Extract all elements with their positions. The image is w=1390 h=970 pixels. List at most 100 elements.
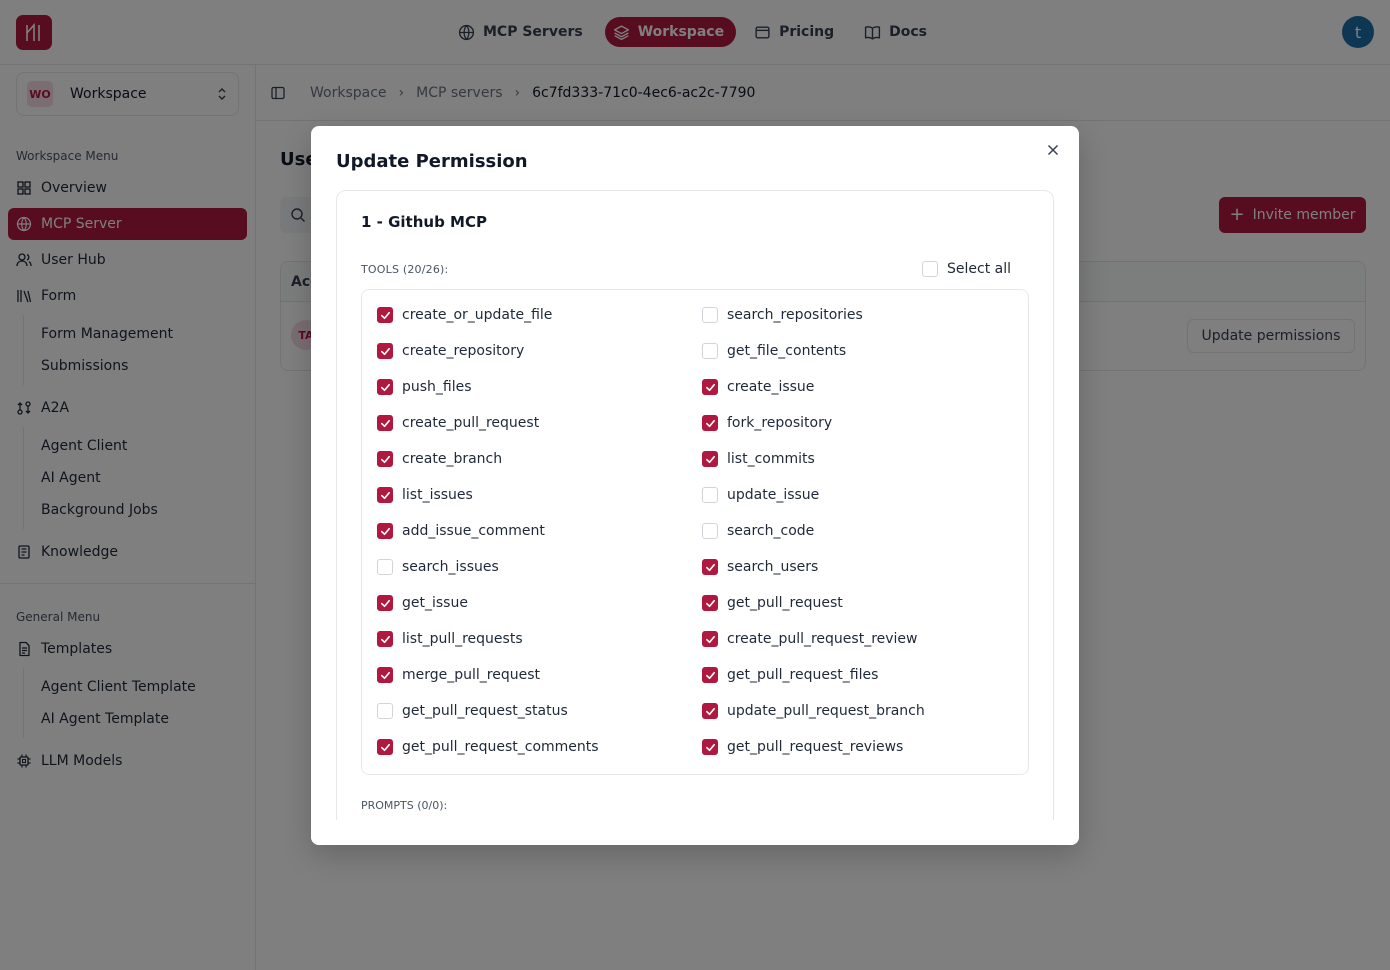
check-icon	[380, 455, 390, 463]
checkbox-unchecked[interactable]	[702, 343, 718, 359]
checkbox-checked[interactable]	[377, 379, 393, 395]
tool-name: list_pull_requests	[402, 631, 523, 647]
server-permission-card: 1 - Github MCP TOOLS (20/26): Select all…	[336, 190, 1054, 845]
checkbox-checked[interactable]	[377, 415, 393, 431]
tool-name: create_repository	[402, 343, 525, 359]
update-permission-dialog: Update Permission 1 - Github MCP TOOLS (…	[311, 126, 1079, 845]
checkbox-unchecked[interactable]	[702, 307, 718, 323]
checkbox-checked[interactable]	[377, 343, 393, 359]
checkbox-unchecked[interactable]	[702, 487, 718, 503]
check-icon	[380, 347, 390, 355]
tool-name: get_issue	[402, 595, 468, 611]
check-icon	[705, 707, 715, 715]
tool-checkbox-item[interactable]: push_files	[377, 379, 472, 395]
tool-checkbox-item[interactable]: create_repository	[377, 343, 524, 359]
tool-checkbox-item[interactable]: fork_repository	[702, 415, 832, 431]
check-icon	[705, 563, 715, 571]
close-icon	[1047, 144, 1059, 156]
tool-checkbox-item[interactable]: get_pull_request_status	[377, 703, 568, 719]
check-icon	[380, 311, 390, 319]
tool-checkbox-item[interactable]: search_users	[702, 559, 818, 575]
tool-name: search_code	[727, 523, 815, 539]
checkbox-checked[interactable]	[377, 667, 393, 683]
tool-name: get_pull_request_reviews	[727, 739, 904, 755]
check-icon	[380, 671, 390, 679]
tool-name: fork_repository	[727, 415, 833, 431]
tool-checkbox-item[interactable]: get_pull_request_reviews	[702, 739, 903, 755]
checkbox-checked[interactable]	[377, 307, 393, 323]
server-title: 1 - Github MCP	[361, 213, 487, 231]
tool-checkbox-item[interactable]: create_issue	[702, 379, 814, 395]
tool-checkbox-item[interactable]: search_issues	[377, 559, 499, 575]
tool-checkbox-item[interactable]: create_pull_request	[377, 415, 539, 431]
check-icon	[380, 599, 390, 607]
checkbox-checked[interactable]	[702, 703, 718, 719]
tool-checkbox-item[interactable]: get_pull_request_files	[702, 667, 878, 683]
tool-checkbox-item[interactable]: get_pull_request_comments	[377, 739, 599, 755]
tool-name: merge_pull_request	[402, 667, 541, 683]
tool-name: list_issues	[402, 487, 473, 503]
tool-checkbox-item[interactable]: search_repositories	[702, 307, 863, 323]
checkbox-checked[interactable]	[377, 631, 393, 647]
check-icon	[705, 599, 715, 607]
checkbox-checked[interactable]	[702, 631, 718, 647]
checkbox-checked[interactable]	[377, 523, 393, 539]
checkbox-checked[interactable]	[702, 415, 718, 431]
tool-name: search_users	[727, 559, 819, 575]
tool-name: list_commits	[727, 451, 815, 467]
check-icon	[705, 419, 715, 427]
tool-checkbox-item[interactable]: list_commits	[702, 451, 815, 467]
checkbox-unchecked[interactable]	[702, 523, 718, 539]
check-icon	[380, 491, 390, 499]
tool-name: create_pull_request_review	[727, 631, 918, 647]
tool-checkbox-item[interactable]: add_issue_comment	[377, 523, 545, 539]
tool-name: create_or_update_file	[402, 307, 553, 323]
tool-name: get_file_contents	[727, 343, 847, 359]
checkbox-checked[interactable]	[702, 739, 718, 755]
checkbox-checked[interactable]	[377, 595, 393, 611]
checkbox-checked[interactable]	[377, 487, 393, 503]
tool-checkbox-item[interactable]: create_pull_request_review	[702, 631, 918, 647]
tool-checkbox-item[interactable]: merge_pull_request	[377, 667, 540, 683]
check-icon	[705, 383, 715, 391]
checkbox-checked[interactable]	[377, 739, 393, 755]
checkbox-checked[interactable]	[702, 451, 718, 467]
tools-count-label: TOOLS (20/26):	[361, 263, 449, 276]
tool-checkbox-item[interactable]: update_pull_request_branch	[702, 703, 925, 719]
checkbox-checked[interactable]	[377, 451, 393, 467]
dialog-title: Update Permission	[336, 151, 528, 172]
tool-name: update_pull_request_branch	[727, 703, 925, 719]
tool-checkbox-item[interactable]: list_pull_requests	[377, 631, 523, 647]
checkbox-unchecked[interactable]	[377, 559, 393, 575]
checkbox-checked[interactable]	[702, 667, 718, 683]
check-icon	[705, 743, 715, 751]
tool-checkbox-item[interactable]: get_pull_request	[702, 595, 843, 611]
checkbox-checked[interactable]	[702, 379, 718, 395]
close-button[interactable]	[1045, 142, 1061, 158]
check-icon	[380, 635, 390, 643]
select-all-checkbox[interactable]: Select all	[922, 261, 1011, 277]
tool-checkbox-item[interactable]: get_issue	[377, 595, 468, 611]
tool-name: create_branch	[402, 451, 503, 467]
tool-name: push_files	[402, 379, 472, 395]
checkbox[interactable]	[922, 261, 938, 277]
tool-name: update_issue	[727, 487, 820, 503]
tool-checkbox-item[interactable]: create_branch	[377, 451, 502, 467]
tool-name: create_pull_request	[402, 415, 540, 431]
tool-name: search_issues	[402, 559, 499, 575]
checkbox-unchecked[interactable]	[377, 703, 393, 719]
checkbox-checked[interactable]	[702, 595, 718, 611]
tool-checkbox-item[interactable]: list_issues	[377, 487, 473, 503]
check-icon	[705, 671, 715, 679]
tool-checkbox-item[interactable]: create_or_update_file	[377, 307, 552, 323]
select-all-label: Select all	[947, 261, 1011, 277]
tool-name: get_pull_request_status	[402, 703, 568, 719]
check-icon	[380, 743, 390, 751]
tool-checkbox-item[interactable]: update_issue	[702, 487, 819, 503]
check-icon	[380, 383, 390, 391]
dialog-bottom-padding	[311, 820, 1079, 845]
tool-name: add_issue_comment	[402, 523, 545, 539]
tool-checkbox-item[interactable]: get_file_contents	[702, 343, 846, 359]
tool-checkbox-item[interactable]: search_code	[702, 523, 814, 539]
checkbox-checked[interactable]	[702, 559, 718, 575]
